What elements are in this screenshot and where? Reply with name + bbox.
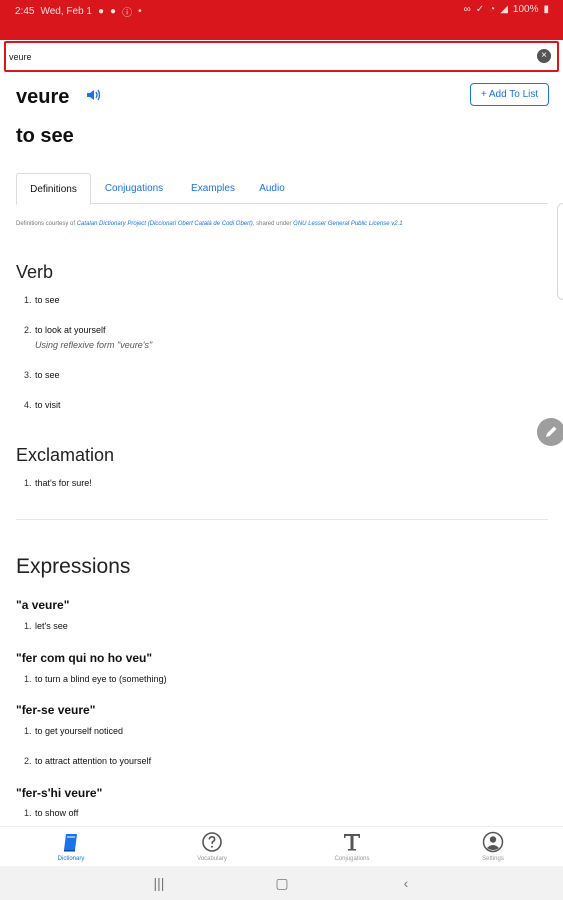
definition-text: to see [35,370,60,380]
section-heading-expressions: Expressions [16,555,131,578]
status-bar: 2:45 Wed, Feb 1 ● ● ⓘ • ∞ ✓ ◔ ◢ 100% ▮ [0,0,563,40]
expression-item: 1. to get yourself noticed [24,726,123,736]
battery-icon: ▮ [543,4,549,15]
definition-text: to show off [35,808,79,818]
android-icon: ● [110,6,117,17]
expression-item: 1. to show off [24,808,78,818]
credit-license-link[interactable]: GNU Lesser General Public License v2.1 [293,221,402,227]
info-icon: ⓘ [122,8,133,19]
status-time: 2:45 [15,6,35,17]
definition-number: 4. [24,400,32,410]
side-panel-handle[interactable] [557,203,563,300]
expression-item: 1. to turn a blind eye to (something) [24,674,167,684]
definition-number: 1. [24,478,32,488]
definition-text: to attract attention to yourself [35,756,152,766]
definition-text: to get yourself noticed [35,726,124,736]
check-icon: ✓ [475,4,485,15]
account-icon [482,831,504,853]
definition-text: to turn a blind eye to (something) [35,674,167,684]
definition-text: let's see [35,621,68,631]
definition-number: 1. [24,621,32,631]
definition-text: to see [35,295,60,305]
nav-conjugations[interactable]: Conjugations [302,831,402,862]
definition-number: 1. [24,295,32,305]
credit-middle: , shared under [252,221,292,227]
definition-item: 3. to see [24,370,60,380]
expression-phrase: "a veure" [16,598,70,612]
nav-label: Settings [482,856,504,862]
status-left: 2:45 Wed, Feb 1 ● ● ⓘ • [15,4,142,19]
question-icon [202,832,222,852]
tab-audio[interactable]: Audio [250,173,294,204]
definition-text: to visit [35,400,61,410]
definition-number: 1. [24,726,32,736]
tab-examples[interactable]: Examples [181,173,245,204]
credit-source-link[interactable]: Catalan Dictionary Project (Diccionari O… [77,221,253,227]
tab-bar: Definitions Conjugations Examples Audio [16,173,548,205]
definition-number: 1. [24,808,32,818]
expression-phrase: "fer-s'hi veure" [16,786,103,800]
definition-number: 1. [24,674,32,684]
dot-icon: • [138,6,142,17]
nav-settings[interactable]: Settings [443,831,543,862]
definition-text: that's for sure! [35,478,92,488]
definition-item: 4. to visit [24,400,61,410]
definition-item: 2. to look at yourself [24,325,106,335]
nav-dictionary[interactable]: Dictionary [21,831,121,862]
speaker-icon[interactable] [86,88,102,102]
clear-search-icon[interactable]: × [537,49,551,63]
expression-item: 2. to attract attention to yourself [24,756,151,766]
section-divider [16,519,548,520]
definitions-credit: Definitions courtesy of Catalan Dictiona… [16,221,548,227]
section-heading-verb: Verb [16,262,54,282]
system-nav-bar: ||| ▢ ‹ [0,866,563,900]
nav-label: Vocabulary [197,856,227,862]
text-t-icon [344,834,360,851]
nav-vocabulary[interactable]: Vocabulary [162,831,262,862]
android-icon: ● [97,6,105,17]
nav-label: Conjugations [334,856,370,862]
tab-conjugations[interactable]: Conjugations [96,173,172,204]
status-right: ∞ ✓ ◔ ◢ 100% ▮ [464,4,549,15]
definition-number: 2. [24,325,32,335]
link-icon: ∞ [463,4,471,15]
signal-icon: ◢ [500,4,508,15]
status-date: Wed, Feb 1 [40,6,92,17]
bottom-nav: Dictionary Vocabulary Conjugations Setti… [0,826,563,866]
add-to-list-button[interactable]: + Add To List [470,83,549,106]
wifi-icon: ◔ [489,4,496,15]
expression-phrase: "fer com qui no ho veu" [16,651,153,665]
definition-item: 1. to see [24,295,60,305]
definition-number: 3. [24,370,32,380]
definition-note: Using reflexive form "veure's" [35,340,153,350]
search-input[interactable] [9,47,529,67]
nav-label: Dictionary [57,856,85,862]
word-title: veure [16,86,70,108]
credit-prefix: Definitions courtesy of [16,221,76,227]
back-icon[interactable]: ‹ [396,874,416,892]
tab-definitions[interactable]: Definitions [16,173,91,205]
search-bar: × [4,41,559,72]
recent-apps-icon[interactable]: ||| [149,874,169,892]
battery-level: 100% [512,4,539,15]
book-icon [64,834,77,852]
expression-item: 1. let's see [24,621,68,631]
edit-icon[interactable] [537,418,563,446]
definition-item: 1. that's for sure! [24,478,92,488]
section-heading-exclamation: Exclamation [16,445,115,465]
home-icon[interactable]: ▢ [272,874,292,892]
expression-phrase: "fer-se veure" [16,703,96,717]
definition-text: to look at yourself [35,325,106,335]
definition-number: 2. [24,756,32,766]
translation: to see [16,125,74,147]
